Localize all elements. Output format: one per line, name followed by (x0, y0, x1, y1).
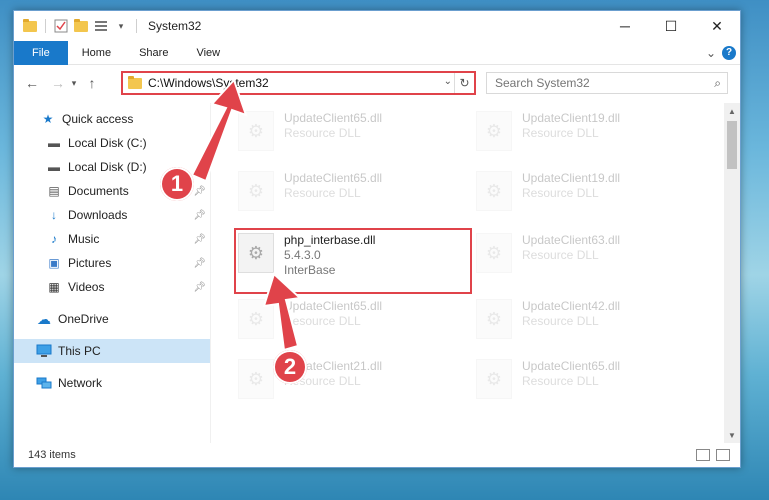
step-2-badge: 2 (273, 350, 307, 384)
arrow-2 (262, 272, 303, 352)
arrow-1 (190, 78, 248, 183)
step-1-badge: 1 (160, 167, 194, 201)
annotation-arrows (190, 78, 303, 352)
